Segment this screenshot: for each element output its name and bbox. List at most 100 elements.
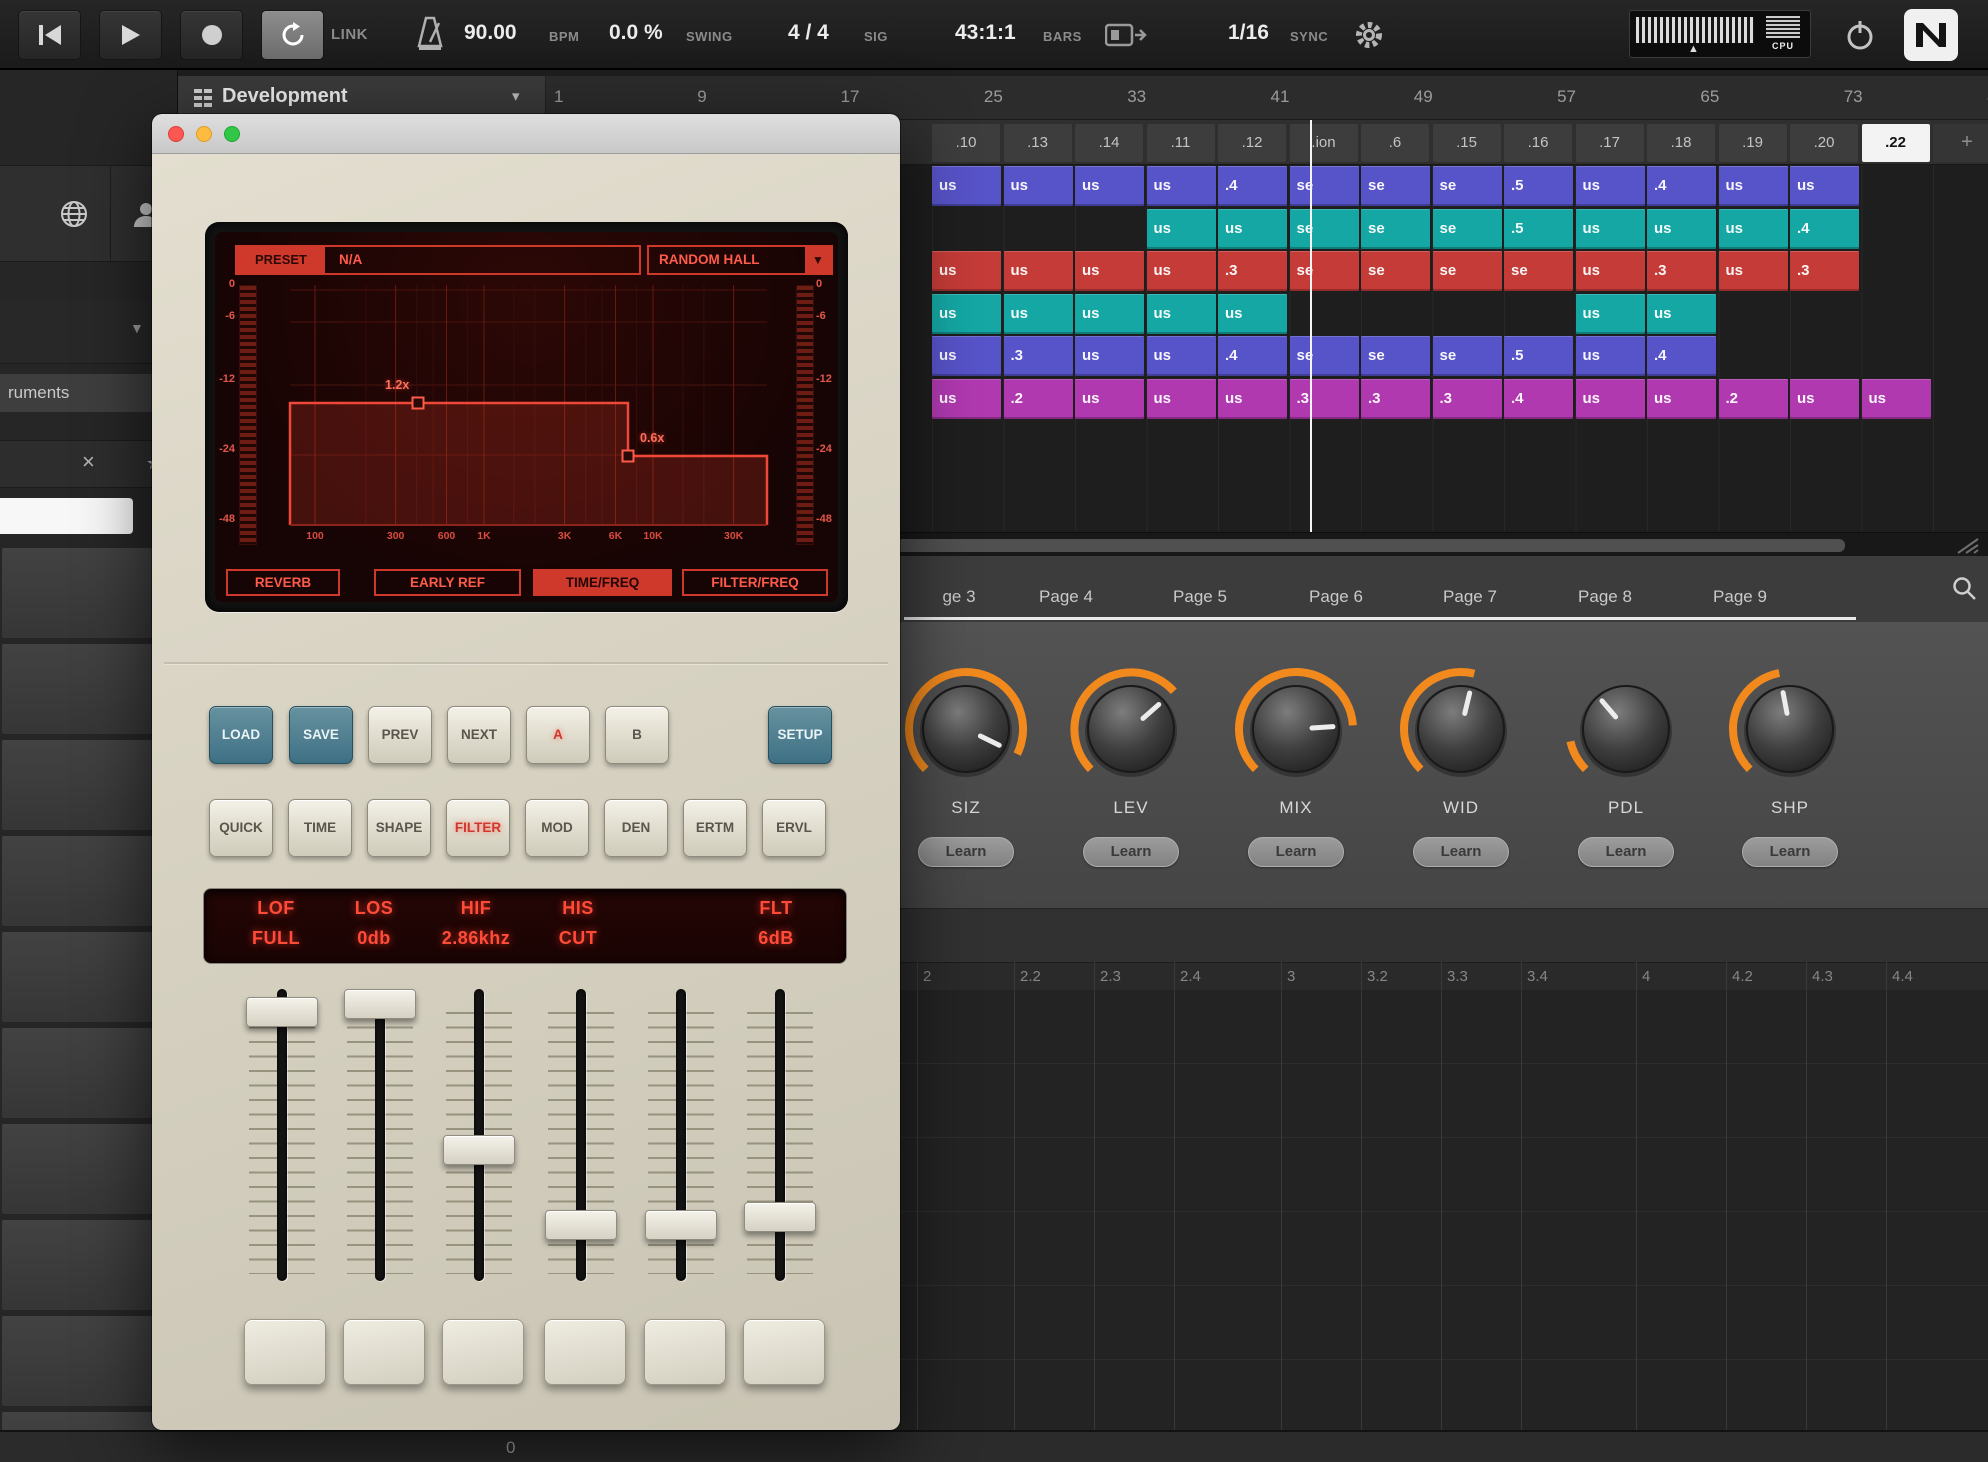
ertm-button[interactable]: ERTM — [683, 799, 747, 857]
clip[interactable]: .2 — [1719, 379, 1788, 419]
clip[interactable]: .4 — [1647, 336, 1716, 376]
shape-button[interactable]: SHAPE — [367, 799, 431, 857]
clip[interactable]: us — [1075, 336, 1144, 376]
pattern-slot[interactable]: .14 — [1075, 124, 1143, 162]
chevron-down-icon[interactable]: ▼ — [805, 247, 831, 273]
b-button[interactable]: B — [605, 706, 669, 764]
pad-button-1[interactable] — [244, 1319, 326, 1385]
fader-handle[interactable] — [443, 1135, 515, 1165]
sound-slot[interactable] — [2, 1316, 176, 1406]
follow-playhead-icon[interactable] — [1105, 22, 1147, 48]
clip[interactable]: .3 — [1290, 379, 1359, 419]
clip[interactable]: us — [1147, 379, 1216, 419]
display-tab-filter-freq[interactable]: FILTER/FREQ — [682, 569, 828, 596]
clip[interactable]: us — [1218, 294, 1287, 334]
clip[interactable]: .2 — [1004, 379, 1073, 419]
position-value[interactable]: 43:1:1 — [955, 21, 1016, 45]
clip[interactable]: .5 — [1504, 209, 1573, 249]
clip[interactable]: .3 — [1790, 251, 1859, 291]
clip[interactable]: se — [1361, 209, 1430, 249]
link-toggle[interactable]: LINK — [331, 26, 368, 43]
clip[interactable]: us — [932, 294, 1001, 334]
add-pattern-button[interactable]: + — [1933, 124, 1988, 162]
ervl-button[interactable]: ERVL — [762, 799, 826, 857]
sync-value[interactable]: 1/16 — [1228, 21, 1269, 45]
quick-button[interactable]: QUICK — [209, 799, 273, 857]
learn-button[interactable]: Learn — [1742, 837, 1838, 867]
reverb-time-freq-graph[interactable] — [265, 285, 790, 545]
display-tab-reverb[interactable]: REVERB — [226, 569, 340, 596]
clip[interactable]: us — [1075, 294, 1144, 334]
page-tab[interactable]: ge 3 — [904, 582, 1014, 612]
sound-slot[interactable] — [2, 1124, 176, 1214]
clip[interactable]: us — [932, 166, 1001, 206]
clip[interactable]: us — [1147, 336, 1216, 376]
clip[interactable]: us — [1218, 209, 1287, 249]
clip[interactable]: us — [932, 336, 1001, 376]
clip[interactable]: us — [1647, 209, 1716, 249]
clip[interactable]: us — [1004, 166, 1073, 206]
clip[interactable]: us — [1147, 251, 1216, 291]
meter-marker[interactable]: ▲ — [1688, 43, 1699, 55]
pattern-slot[interactable]: .20 — [1790, 124, 1858, 162]
clip[interactable]: us — [1147, 166, 1216, 206]
pattern-slot[interactable]: .15 — [1433, 124, 1501, 162]
window-titlebar[interactable] — [152, 114, 900, 154]
clip[interactable]: se — [1290, 336, 1359, 376]
swing-value[interactable]: 0.0 % — [609, 21, 663, 45]
clip[interactable]: us — [1647, 379, 1716, 419]
clip[interactable]: se — [1361, 166, 1430, 206]
filter-button[interactable]: FILTER — [446, 799, 510, 857]
clip[interactable]: se — [1290, 166, 1359, 206]
clip[interactable]: us — [1075, 166, 1144, 206]
time-signature-value[interactable]: 4 / 4 — [788, 21, 829, 45]
pattern-slot[interactable]: .10 — [932, 124, 1000, 162]
reverb-plugin-window[interactable]: PRESET N/A RANDOM HALL ▼ 00-6-6-12-12-24… — [152, 114, 900, 1430]
clip[interactable]: se — [1433, 166, 1502, 206]
clip[interactable]: us — [1004, 251, 1073, 291]
page-tab[interactable]: Page 6 — [1281, 582, 1391, 612]
close-window-button[interactable] — [168, 126, 184, 142]
clip[interactable]: .4 — [1790, 209, 1859, 249]
search-icon[interactable] — [1950, 574, 1978, 602]
clip[interactable]: us — [1147, 294, 1216, 334]
clip[interactable]: us — [932, 251, 1001, 291]
clip[interactable]: us — [1576, 294, 1645, 334]
metronome-icon[interactable] — [415, 16, 445, 52]
prev-button[interactable]: PREV — [368, 706, 432, 764]
pad-button-3[interactable] — [442, 1319, 524, 1385]
clip[interactable]: .4 — [1647, 166, 1716, 206]
page-tab[interactable]: Page 9 — [1685, 582, 1795, 612]
zoom-window-button[interactable] — [224, 126, 240, 142]
clip[interactable]: us — [1790, 166, 1859, 206]
pattern-slot[interactable]: .13 — [1004, 124, 1072, 162]
clip[interactable]: .3 — [1004, 336, 1073, 376]
clip[interactable]: us — [932, 379, 1001, 419]
clip[interactable]: .3 — [1647, 251, 1716, 291]
sound-slot[interactable] — [2, 740, 176, 830]
fader-handle[interactable] — [344, 989, 416, 1019]
chevron-down-icon[interactable]: ▾ — [512, 87, 520, 105]
load-button[interactable]: LOAD — [209, 706, 273, 764]
fader-handle[interactable] — [645, 1210, 717, 1240]
learn-button[interactable]: Learn — [1578, 837, 1674, 867]
clip[interactable]: us — [1576, 379, 1645, 419]
pad-button-2[interactable] — [343, 1319, 425, 1385]
fader-handle[interactable] — [545, 1210, 617, 1240]
clip[interactable]: .3 — [1433, 379, 1502, 419]
clip[interactable]: us — [1576, 166, 1645, 206]
clip[interactable]: us — [1719, 166, 1788, 206]
clip[interactable]: se — [1433, 336, 1502, 376]
minimize-window-button[interactable] — [196, 126, 212, 142]
clip[interactable]: us — [1004, 294, 1073, 334]
mod-button[interactable]: MOD — [525, 799, 589, 857]
clip[interactable]: us — [1075, 379, 1144, 419]
knob-lev[interactable] — [1061, 659, 1201, 799]
fader-handle[interactable] — [744, 1202, 816, 1232]
clip[interactable]: us — [1719, 251, 1788, 291]
pattern-slot[interactable]: .19 — [1719, 124, 1787, 162]
sound-slot[interactable] — [2, 836, 176, 926]
clip[interactable]: se — [1433, 251, 1502, 291]
sound-slot[interactable] — [2, 932, 176, 1022]
knob-pdl[interactable] — [1556, 659, 1696, 799]
